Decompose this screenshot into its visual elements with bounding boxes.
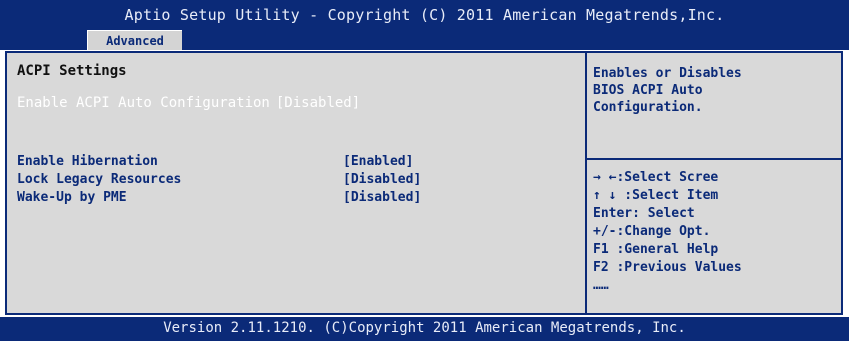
option-value-wake-up-by-pme[interactable]: [Disabled] [343, 190, 421, 205]
option-enable-hibernation[interactable]: Enable Hibernation [17, 154, 158, 169]
key-legend-item: → ←:Select Scree [593, 170, 719, 185]
help-line: Configuration. [593, 100, 703, 115]
page-title: ACPI Settings [17, 63, 127, 79]
help-line: Enables or Disables [593, 66, 742, 81]
footer-version-text: Version 2.11.1210. (C)Copyright 2011 Ame… [163, 320, 686, 336]
option-label: Enable ACPI Auto Configuration [17, 95, 270, 111]
option-value: [Disabled] [275, 95, 361, 111]
title-bar: Aptio Setup Utility - Copyright (C) 2011… [0, 0, 849, 50]
key-legend-item: ↑ ↓ :Select Item [593, 188, 719, 203]
option-lock-legacy-resources[interactable]: Lock Legacy Resources [17, 172, 181, 187]
panel-divider-vertical [585, 51, 587, 315]
option-wake-up-by-pme[interactable]: Wake-Up by PME [17, 190, 127, 205]
key-legend-item: +/-:Change Opt. [593, 224, 711, 239]
help-description: Enables or Disables BIOS ACPI Auto Confi… [593, 65, 833, 116]
key-legend-item: …… [593, 278, 609, 293]
tab-advanced[interactable]: Advanced [87, 30, 182, 50]
footer-bar: Version 2.11.1210. (C)Copyright 2011 Ame… [0, 317, 849, 341]
option-enable-acpi-auto-configuration: Enable ACPI Auto Configuration [Disabled] [17, 95, 360, 111]
key-legend-item: F1 :General Help [593, 242, 719, 257]
key-legend: → ←:Select Scree ↑ ↓ :Select Item Enter:… [593, 169, 833, 295]
key-legend-item: Enter: Select [593, 206, 695, 221]
help-line: BIOS ACPI Auto [593, 83, 703, 98]
option-value-enable-hibernation[interactable]: [Enabled] [343, 154, 413, 169]
option-value-lock-legacy-resources[interactable]: [Disabled] [343, 172, 421, 187]
window-title: Aptio Setup Utility - Copyright (C) 2011… [124, 6, 725, 24]
help-divider-horizontal [587, 158, 841, 160]
key-legend-item: F2 :Previous Values [593, 260, 742, 275]
